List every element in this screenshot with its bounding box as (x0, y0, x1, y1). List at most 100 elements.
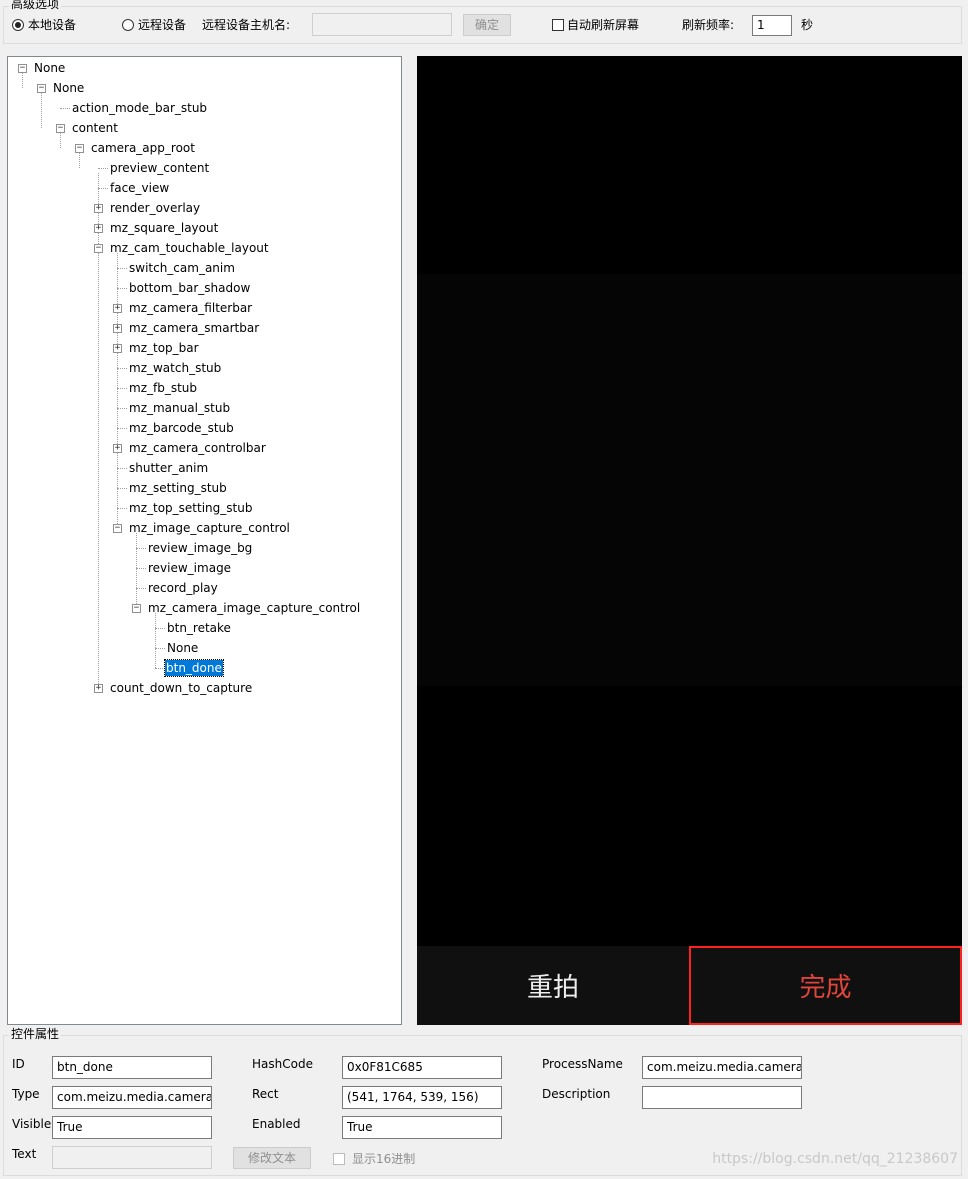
tree-node[interactable]: bottom_bar_shadow (128, 280, 251, 296)
tree-connector (117, 253, 118, 528)
done-button-highlight[interactable]: 完成 (689, 946, 962, 1025)
checkbox-icon (333, 1152, 345, 1165)
tree-node[interactable]: review_image (147, 560, 232, 576)
enabled-field[interactable]: True (342, 1116, 502, 1139)
hashcode-field[interactable]: 0x0F81C685 (342, 1056, 502, 1079)
tree-connector (117, 368, 127, 369)
collapse-icon[interactable]: − (56, 124, 65, 133)
tree-node[interactable]: face_view (109, 180, 170, 196)
rect-field[interactable]: (541, 1764, 539, 156) (342, 1086, 502, 1109)
visible-label: Visible (12, 1117, 52, 1131)
tree-node[interactable]: mz_fb_stub (128, 380, 198, 396)
expand-icon[interactable]: + (113, 324, 122, 333)
tree-connector (41, 93, 42, 128)
expand-icon[interactable]: + (94, 204, 103, 213)
capture-control-bar: 重拍 完成 (417, 946, 962, 1025)
auto-refresh-label: 自动刷新屏幕 (567, 18, 640, 32)
show-hex-checkbox[interactable]: 显示16进制 (333, 1150, 415, 1167)
checkbox-icon (552, 18, 564, 31)
collapse-icon[interactable]: − (75, 144, 84, 153)
tree-connector (60, 133, 61, 148)
tree-connector (136, 548, 146, 549)
tree-node[interactable]: mz_watch_stub (128, 360, 222, 376)
local-device-label: 本地设备 (28, 18, 77, 32)
tree-node[interactable]: switch_cam_anim (128, 260, 236, 276)
remote-device-radio[interactable]: 远程设备 (122, 16, 186, 33)
tree-connector (117, 268, 127, 269)
visible-field[interactable]: True (52, 1116, 212, 1139)
tree-connector (22, 73, 23, 88)
tree-connector (117, 488, 127, 489)
tree-node[interactable]: mz_manual_stub (128, 400, 231, 416)
tree-connector (155, 613, 156, 668)
tree-node-selected[interactable]: btn_done (164, 659, 224, 677)
tree-node[interactable]: camera_app_root (90, 140, 196, 156)
tree-node[interactable]: mz_square_layout (109, 220, 219, 236)
rect-label: Rect (252, 1087, 279, 1101)
tree-node[interactable]: shutter_anim (128, 460, 209, 476)
watermark: https://blog.csdn.net/qq_21238607 (712, 1151, 958, 1167)
tree-connector (117, 428, 127, 429)
tree-node[interactable]: mz_top_bar (128, 340, 200, 356)
tree-node[interactable]: mz_top_setting_stub (128, 500, 253, 516)
id-label: ID (12, 1057, 25, 1071)
tree-node[interactable]: None (166, 640, 199, 656)
tree-node[interactable]: action_mode_bar_stub (71, 100, 208, 116)
tree-node[interactable]: review_image_bg (147, 540, 253, 556)
collapse-icon[interactable]: − (94, 244, 103, 253)
tree-node[interactable]: mz_camera_controlbar (128, 440, 267, 456)
tree-connector (136, 568, 146, 569)
tree-node[interactable]: count_down_to_capture (109, 680, 253, 696)
tree-node[interactable]: mz_camera_smartbar (128, 320, 260, 336)
description-field[interactable] (642, 1086, 802, 1109)
tree-node[interactable]: mz_barcode_stub (128, 420, 235, 436)
tree-connector (136, 588, 146, 589)
tree-node[interactable]: mz_setting_stub (128, 480, 228, 496)
tree-connector (117, 408, 127, 409)
control-properties-title: 控件属性 (9, 1027, 62, 1041)
modify-text-button[interactable]: 修改文本 (233, 1147, 311, 1169)
tree-node[interactable]: btn_retake (166, 620, 232, 636)
tree-node[interactable]: mz_camera_filterbar (128, 300, 253, 316)
process-name-field[interactable]: com.meizu.media.camera (642, 1056, 802, 1079)
device-screen-preview[interactable]: 重拍 完成 (417, 56, 962, 1025)
advanced-options-title: 高级选项 (9, 0, 62, 11)
tree-connector (117, 388, 127, 389)
review-image-area (417, 274, 962, 686)
expand-icon[interactable]: + (113, 444, 122, 453)
text-field[interactable] (52, 1146, 212, 1169)
tree-node[interactable]: mz_cam_touchable_layout (109, 240, 270, 256)
local-device-radio[interactable]: 本地设备 (12, 16, 76, 33)
view-hierarchy-tree[interactable]: − − − − + + − + + + + − − + None None ac… (7, 56, 402, 1025)
type-field[interactable]: com.meizu.media.camera.v (52, 1086, 212, 1109)
expand-icon[interactable]: + (94, 224, 103, 233)
text-label: Text (12, 1147, 37, 1161)
id-field[interactable]: btn_done (52, 1056, 212, 1079)
expand-icon[interactable]: + (94, 684, 103, 693)
tree-connector (98, 188, 108, 189)
auto-refresh-checkbox[interactable]: 自动刷新屏幕 (552, 16, 639, 33)
refresh-rate-input[interactable]: 1 (752, 15, 792, 36)
collapse-icon[interactable]: − (18, 64, 27, 73)
expand-icon[interactable]: + (113, 344, 122, 353)
confirm-button[interactable]: 确定 (463, 14, 511, 36)
tree-node[interactable]: mz_image_capture_control (128, 520, 291, 536)
collapse-icon[interactable]: − (113, 524, 122, 533)
retake-button[interactable]: 重拍 (417, 946, 689, 1025)
remote-host-input[interactable] (312, 13, 452, 36)
tree-node[interactable]: content (71, 120, 119, 136)
tree-connector (117, 468, 127, 469)
tree-node[interactable]: preview_content (109, 160, 210, 176)
tree-node[interactable]: record_play (147, 580, 219, 596)
remote-host-label: 远程设备主机名: (202, 18, 291, 32)
collapse-icon[interactable]: − (132, 604, 141, 613)
tree-connector (117, 508, 127, 509)
tree-node[interactable]: None (33, 60, 66, 76)
tree-connector (155, 648, 165, 649)
tree-node[interactable]: render_overlay (109, 200, 201, 216)
tree-connector (117, 288, 127, 289)
tree-node[interactable]: mz_camera_image_capture_control (147, 600, 361, 616)
expand-icon[interactable]: + (113, 304, 122, 313)
tree-node[interactable]: None (52, 80, 85, 96)
collapse-icon[interactable]: − (37, 84, 46, 93)
